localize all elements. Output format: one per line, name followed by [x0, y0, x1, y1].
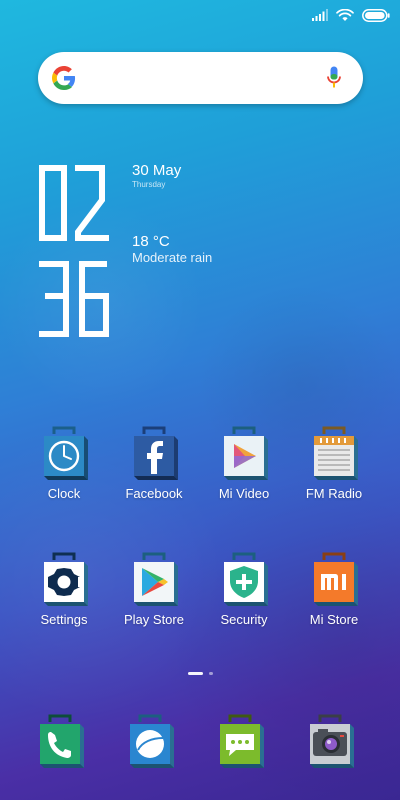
temperature-text: 18 °C — [132, 233, 170, 250]
fm-radio-icon — [314, 426, 358, 480]
dock-phone[interactable] — [34, 714, 94, 775]
security-icon — [224, 552, 268, 606]
date-text: 30 May — [132, 162, 182, 179]
app-clock[interactable]: Clock — [18, 426, 110, 501]
app-label: Mi Store — [309, 612, 359, 627]
wifi-icon — [336, 8, 354, 21]
dock-android-messages[interactable] — [214, 714, 274, 775]
phone-icon — [40, 714, 84, 768]
app-mi-store[interactable]: Mi Store — [288, 552, 380, 627]
app-play-store[interactable]: Play Store — [108, 552, 200, 627]
app-label: FM Radio — [305, 486, 363, 501]
microphone-icon[interactable] — [327, 66, 341, 90]
app-fm-radio[interactable]: FM Radio — [288, 426, 380, 501]
settings-icon — [44, 552, 88, 606]
page-indicator — [0, 669, 400, 677]
app-label: Play Store — [124, 612, 184, 627]
app-settings[interactable]: Settings — [18, 552, 110, 627]
clock-weather-widget[interactable]: 02 36 30 May Thursday 18 °C Moderate rai… — [36, 160, 336, 350]
app-security[interactable]: Security — [198, 552, 290, 627]
dock-messaging[interactable] — [124, 714, 184, 775]
battery-icon — [362, 8, 390, 22]
signal-icon — [312, 9, 328, 21]
app-mi-video[interactable]: Mi Video — [198, 426, 290, 501]
page-dot[interactable] — [208, 671, 213, 675]
clock-icon — [44, 426, 88, 480]
app-label: Mi Video — [218, 486, 270, 501]
android-messages-icon — [220, 714, 264, 768]
wallpaper — [0, 0, 400, 800]
page-dot-active[interactable] — [187, 671, 203, 675]
weekday-text: Thursday — [132, 180, 166, 189]
messaging-icon — [130, 714, 174, 768]
camera-icon — [310, 714, 354, 768]
app-label: Facebook — [125, 486, 183, 501]
mi-video-icon — [224, 426, 268, 480]
mi-store-icon — [314, 552, 358, 606]
status-bar — [312, 4, 390, 26]
play-store-icon — [134, 552, 178, 606]
app-label: Security — [220, 612, 268, 627]
app-label: Clock — [47, 486, 81, 501]
google-search-bar[interactable] — [38, 52, 363, 104]
time-display: 02 36 — [39, 165, 109, 337]
google-g-logo — [52, 66, 76, 90]
dock-camera[interactable] — [304, 714, 364, 775]
facebook-icon — [134, 426, 178, 480]
weather-condition-text: Moderate rain — [132, 250, 213, 265]
app-label: Settings — [40, 612, 88, 627]
app-facebook[interactable]: Facebook — [108, 426, 200, 501]
